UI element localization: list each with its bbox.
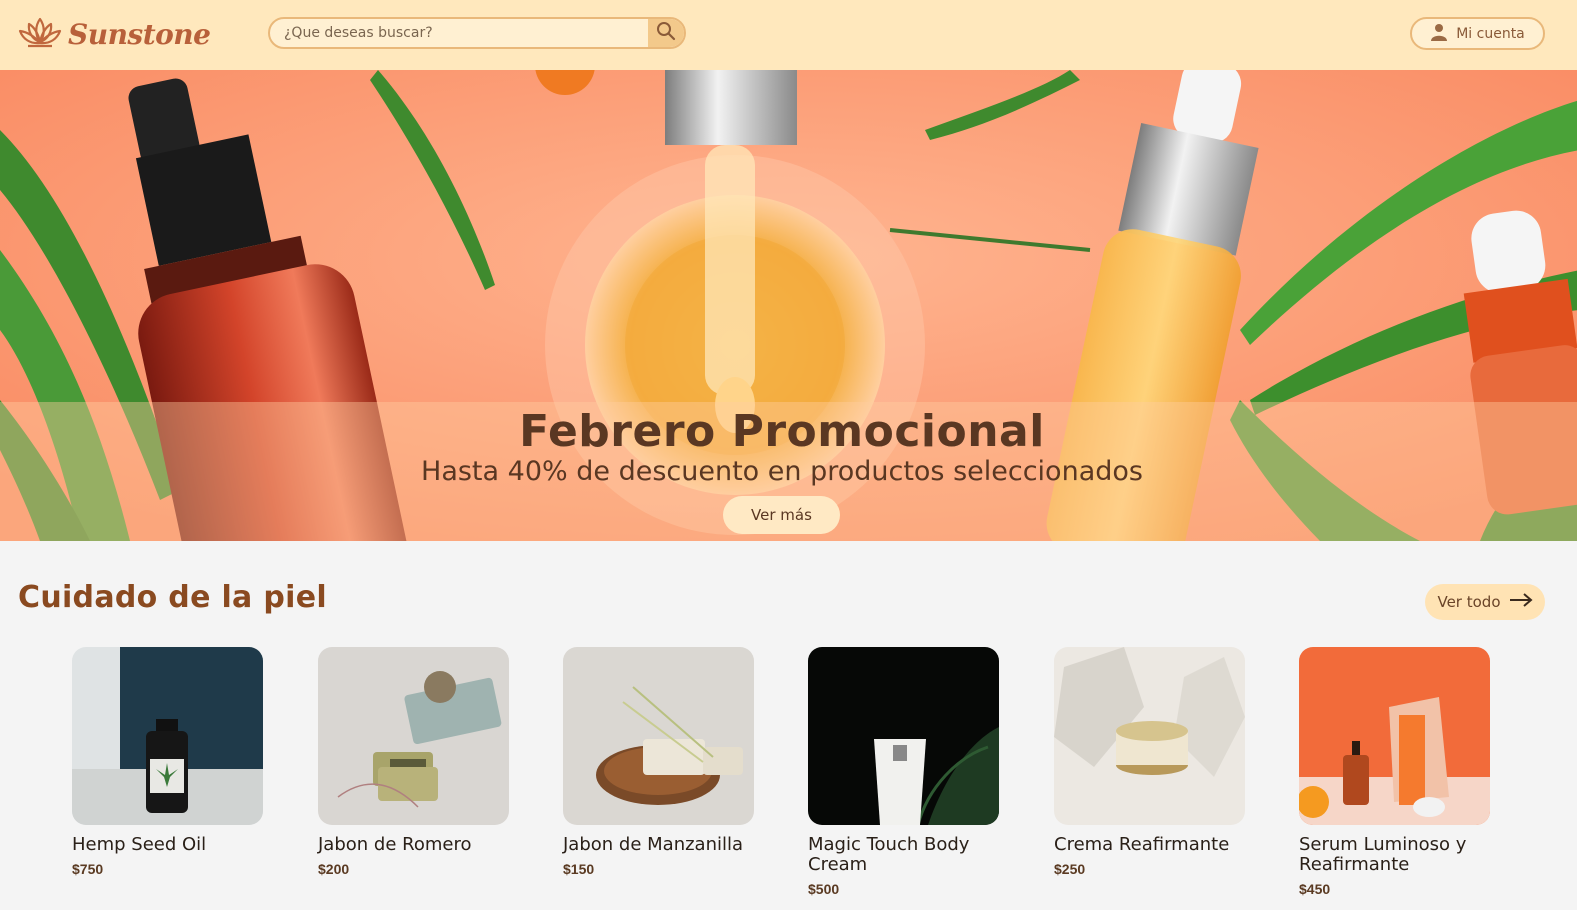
see-all-button[interactable]: Ver todo	[1425, 584, 1545, 620]
user-icon	[1430, 23, 1448, 45]
brand-logo[interactable]: Sunstone	[18, 14, 211, 54]
product-price: $750	[72, 861, 104, 877]
product-image[interactable]	[808, 647, 999, 825]
product-name: Magic Touch Body Cream	[808, 834, 970, 875]
product-card[interactable]: Magic Touch Body Cream $500	[808, 647, 1000, 897]
product-name: Serum Luminoso y Reafirmante	[1299, 834, 1467, 875]
product-price: $450	[1299, 881, 1331, 897]
hero-subtitle: Hasta 40% de descuento en productos sele…	[421, 456, 1143, 487]
search-input[interactable]	[270, 19, 650, 47]
product-card[interactable]: Crema Reafirmante $250	[1054, 647, 1246, 877]
product-price: $250	[1054, 861, 1086, 877]
account-label: Mi cuenta	[1456, 25, 1525, 42]
see-all-label: Ver todo	[1437, 593, 1501, 611]
product-card[interactable]: Serum Luminoso y Reafirmante $450	[1299, 647, 1491, 897]
top-header: Sunstone Mi cuenta	[0, 0, 1577, 70]
product-price: $200	[318, 861, 350, 877]
search-icon	[656, 21, 676, 45]
product-name: Jabon de Romero	[318, 834, 472, 855]
search-bar	[268, 17, 686, 49]
product-image[interactable]	[72, 647, 263, 825]
product-card[interactable]: Jabon de Romero $200	[318, 647, 510, 877]
lotus-icon	[18, 15, 62, 53]
product-image[interactable]	[318, 647, 509, 825]
product-card[interactable]: Jabon de Manzanilla $150	[563, 647, 755, 877]
product-name: Crema Reafirmante	[1054, 834, 1230, 855]
hero-banner: Febrero Promocional Hasta 40% de descuen…	[0, 70, 1577, 541]
product-image[interactable]	[1299, 647, 1490, 825]
arrow-right-icon	[1509, 593, 1533, 611]
product-name: Hemp Seed Oil	[72, 834, 207, 855]
search-button[interactable]	[648, 19, 684, 47]
product-price: $150	[563, 861, 595, 877]
brand-name: Sunstone	[68, 17, 211, 51]
product-name: Jabon de Manzanilla	[563, 834, 744, 855]
hero-title: Febrero Promocional	[519, 406, 1045, 457]
product-image[interactable]	[563, 647, 754, 825]
account-button[interactable]: Mi cuenta	[1410, 17, 1545, 50]
section-title: Cuidado de la piel	[18, 580, 327, 615]
product-card[interactable]: Hemp Seed Oil $750	[72, 647, 264, 877]
hero-cta-button[interactable]: Ver más	[723, 496, 840, 534]
product-image[interactable]	[1054, 647, 1245, 825]
product-price: $500	[808, 881, 840, 897]
